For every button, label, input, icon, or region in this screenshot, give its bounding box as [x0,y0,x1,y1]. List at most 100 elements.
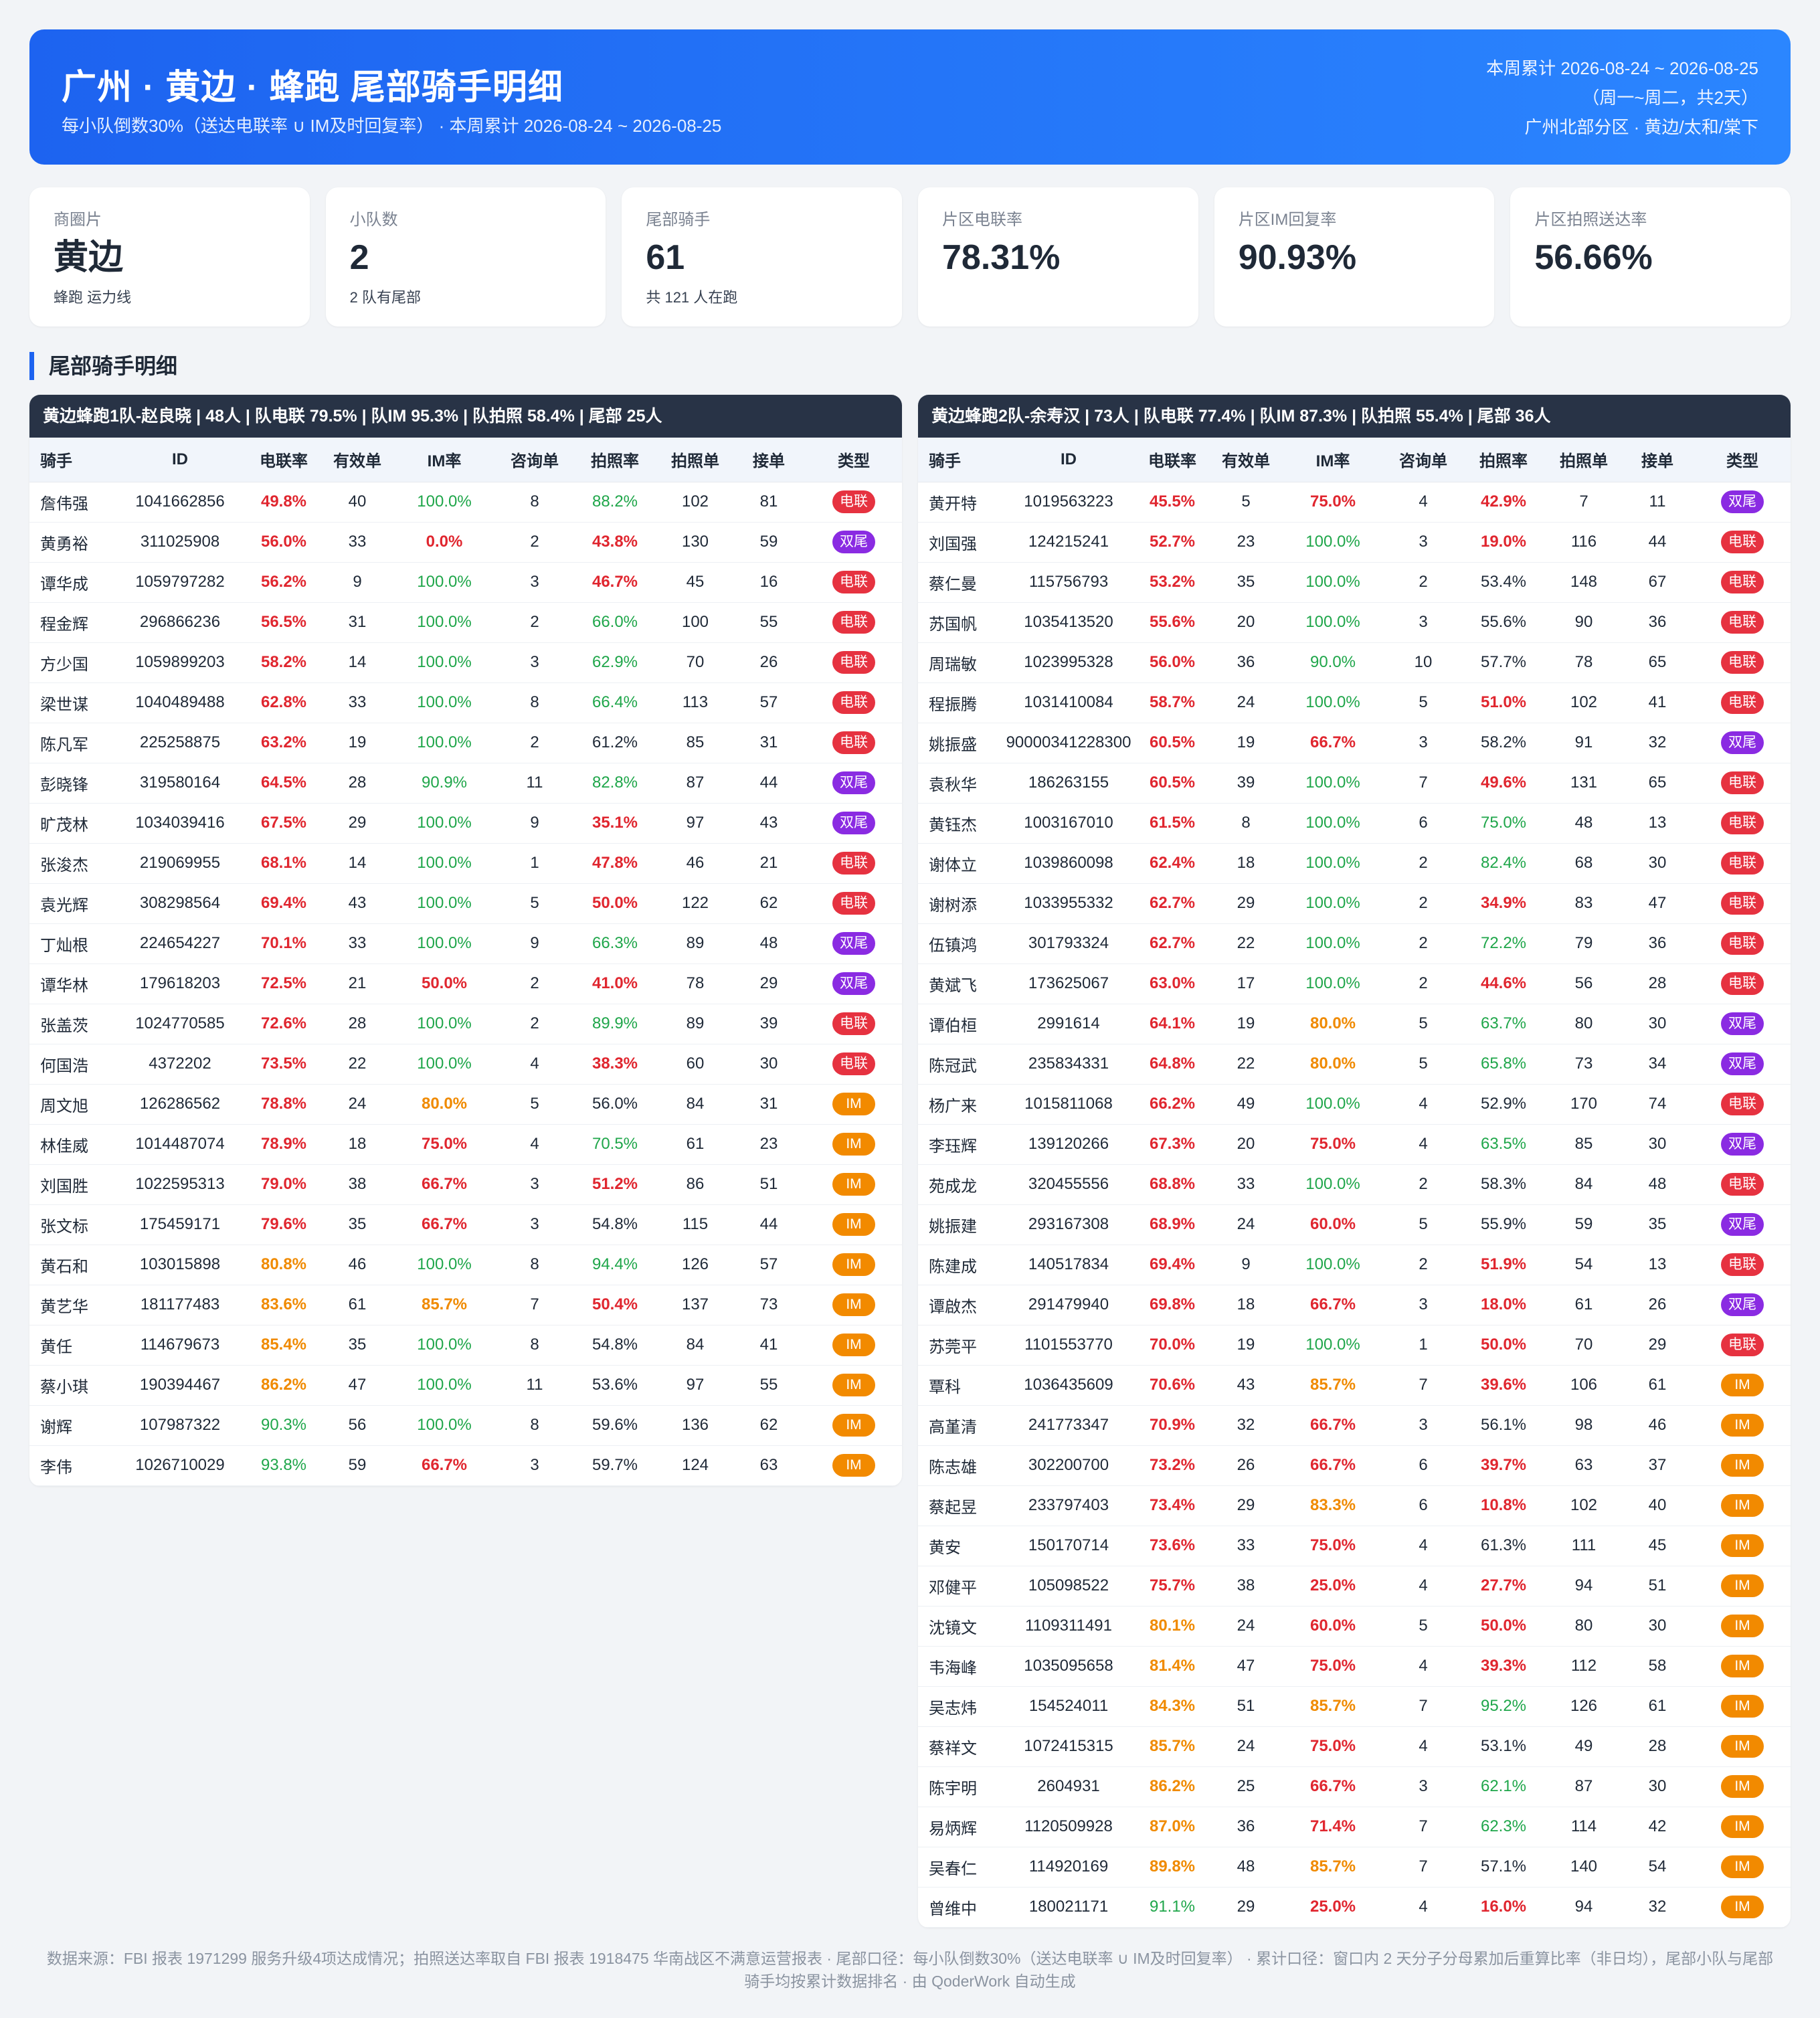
call-rate: 64.1% [1132,1004,1212,1044]
photo-orders: 85 [1547,1124,1621,1165]
rider-id: 1003167010 [1005,803,1132,844]
valid-orders: 59 [324,1445,391,1486]
inquiry-orders: 8 [498,1325,571,1366]
table-row: 何国浩 4372202 73.5% 22 100.0% 4 38.3% 60 30 电联 [29,1044,902,1085]
accepted-orders: 30 [1621,1124,1694,1165]
table-row: 陈凡军 225258875 63.2% 19 100.0% 2 61.2% 85 31 电联 [29,723,902,763]
photo-rate: 51.9% [1460,1245,1547,1285]
valid-orders: 36 [1212,642,1279,683]
column-header: ID [1005,438,1132,482]
rider-name: 苏国帆 [918,602,1005,643]
rider-id: 1031410084 [1005,682,1132,723]
type-badge: 电联 [1721,812,1764,834]
valid-orders: 19 [324,723,391,763]
inquiry-orders: 2 [1386,1164,1460,1205]
photo-rate: 88.2% [571,482,658,523]
rider-id: 107987322 [116,1405,244,1446]
type-badge: IM [832,1093,875,1115]
type-badge: 电联 [1721,531,1764,553]
im-rate: 66.7% [1279,1405,1386,1446]
rider-name: 蔡仁曼 [918,562,1005,603]
valid-orders: 51 [1212,1686,1279,1727]
type-badge: 电联 [1721,611,1764,634]
type-cell: IM [1694,1526,1791,1566]
type-cell: 双尾 [806,964,902,1004]
column-header: 骑手 [29,438,116,482]
table-row: 黄石和 103015898 80.8% 46 100.0% 8 94.4% 126 57 IM [29,1245,902,1285]
valid-orders: 19 [1212,1325,1279,1366]
rider-name: 张浚杰 [29,843,116,884]
table-row: 丁灿根 224654227 70.1% 33 100.0% 9 66.3% 89 48 双尾 [29,923,902,964]
inquiry-orders: 5 [498,1084,571,1125]
photo-rate: 62.9% [571,642,658,683]
column-header: 骑手 [918,438,1005,482]
column-header: 电联率 [1132,438,1212,482]
call-rate: 55.6% [1132,602,1212,643]
rider-name: 陈冠武 [918,1044,1005,1085]
rider-name: 程金辉 [29,602,116,643]
type-cell: 双尾 [1694,1124,1791,1165]
accepted-orders: 74 [1621,1084,1694,1125]
rider-name: 黄安 [918,1526,1005,1566]
call-rate: 62.4% [1132,843,1212,884]
accepted-orders: 28 [1621,964,1694,1004]
table-row: 谭华林 179618203 72.5% 21 50.0% 2 41.0% 78 29 双尾 [29,964,902,1004]
type-badge: 电联 [832,892,875,915]
rider-id: 224654227 [116,923,244,964]
valid-orders: 33 [324,923,391,964]
table-row: 姚振盛 90000341228300 60.5% 19 66.7% 3 58.2% 91 32 双… [918,723,1791,763]
accepted-orders: 34 [1621,1044,1694,1085]
photo-rate: 63.5% [1460,1124,1547,1165]
call-rate: 52.7% [1132,522,1212,563]
column-header: 拍照率 [1460,438,1547,482]
rider-name: 林佳威 [29,1124,116,1165]
rider-name: 丁灿根 [29,923,116,964]
type-badge: IM [1721,1855,1764,1878]
accepted-orders: 43 [732,803,806,844]
table-row: 苏国帆 1035413520 55.6% 20 100.0% 3 55.6% 90 36 电联 [918,602,1791,643]
type-badge: 电联 [1721,771,1764,794]
inquiry-orders: 4 [498,1124,571,1165]
type-cell: IM [1694,1445,1791,1486]
photo-rate: 39.7% [1460,1445,1547,1486]
rider-name: 谭华成 [29,562,116,603]
type-cell: IM [1694,1847,1791,1888]
table-row: 姚振建 293167308 68.9% 24 60.0% 5 55.9% 59 35 双尾 [918,1204,1791,1245]
type-badge: 电联 [832,571,875,593]
rider-name: 周文旭 [29,1084,116,1125]
card-value: 黄边 [54,238,124,277]
type-cell: 双尾 [806,522,902,563]
photo-rate: 95.2% [1460,1686,1547,1727]
accepted-orders: 57 [732,682,806,723]
rider-name: 李珏辉 [918,1124,1005,1165]
valid-orders: 40 [324,482,391,523]
rider-name: 易炳辉 [918,1807,1005,1847]
card-note: 共 121 人在跑 [646,289,738,306]
rider-name: 黄任 [29,1325,116,1366]
type-cell: 电联 [1694,1245,1791,1285]
im-rate: 75.0% [1279,1526,1386,1566]
accepted-orders: 29 [732,964,806,1004]
valid-orders: 33 [324,682,391,723]
column-header: 拍照单 [1547,438,1621,482]
type-badge: 电联 [1721,1253,1764,1276]
photo-rate: 34.9% [1460,883,1547,924]
rider-name: 伍镇鸿 [918,923,1005,964]
type-cell: IM [1694,1646,1791,1687]
type-badge: IM [1721,1574,1764,1597]
inquiry-orders: 5 [1386,1204,1460,1245]
call-rate: 69.4% [244,883,324,924]
table-row: 程金辉 296866236 56.5% 31 100.0% 2 66.0% 100 55 电联 [29,602,902,643]
rider-id: 233797403 [1005,1485,1132,1526]
call-rate: 85.4% [244,1325,324,1366]
valid-orders: 49 [1212,1084,1279,1125]
accepted-orders: 13 [1621,1245,1694,1285]
photo-orders: 113 [658,682,732,723]
im-rate: 75.0% [1279,1646,1386,1687]
type-badge: IM [1721,1414,1764,1437]
accepted-orders: 26 [1621,1285,1694,1325]
team-summary: 黄边蜂跑2队-余寿汉 | 73人 | 队电联 77.4% | 队IM 87.3%… [918,395,1791,438]
photo-orders: 84 [658,1325,732,1366]
type-badge: IM [1721,1454,1764,1477]
im-rate: 66.7% [391,1445,498,1486]
